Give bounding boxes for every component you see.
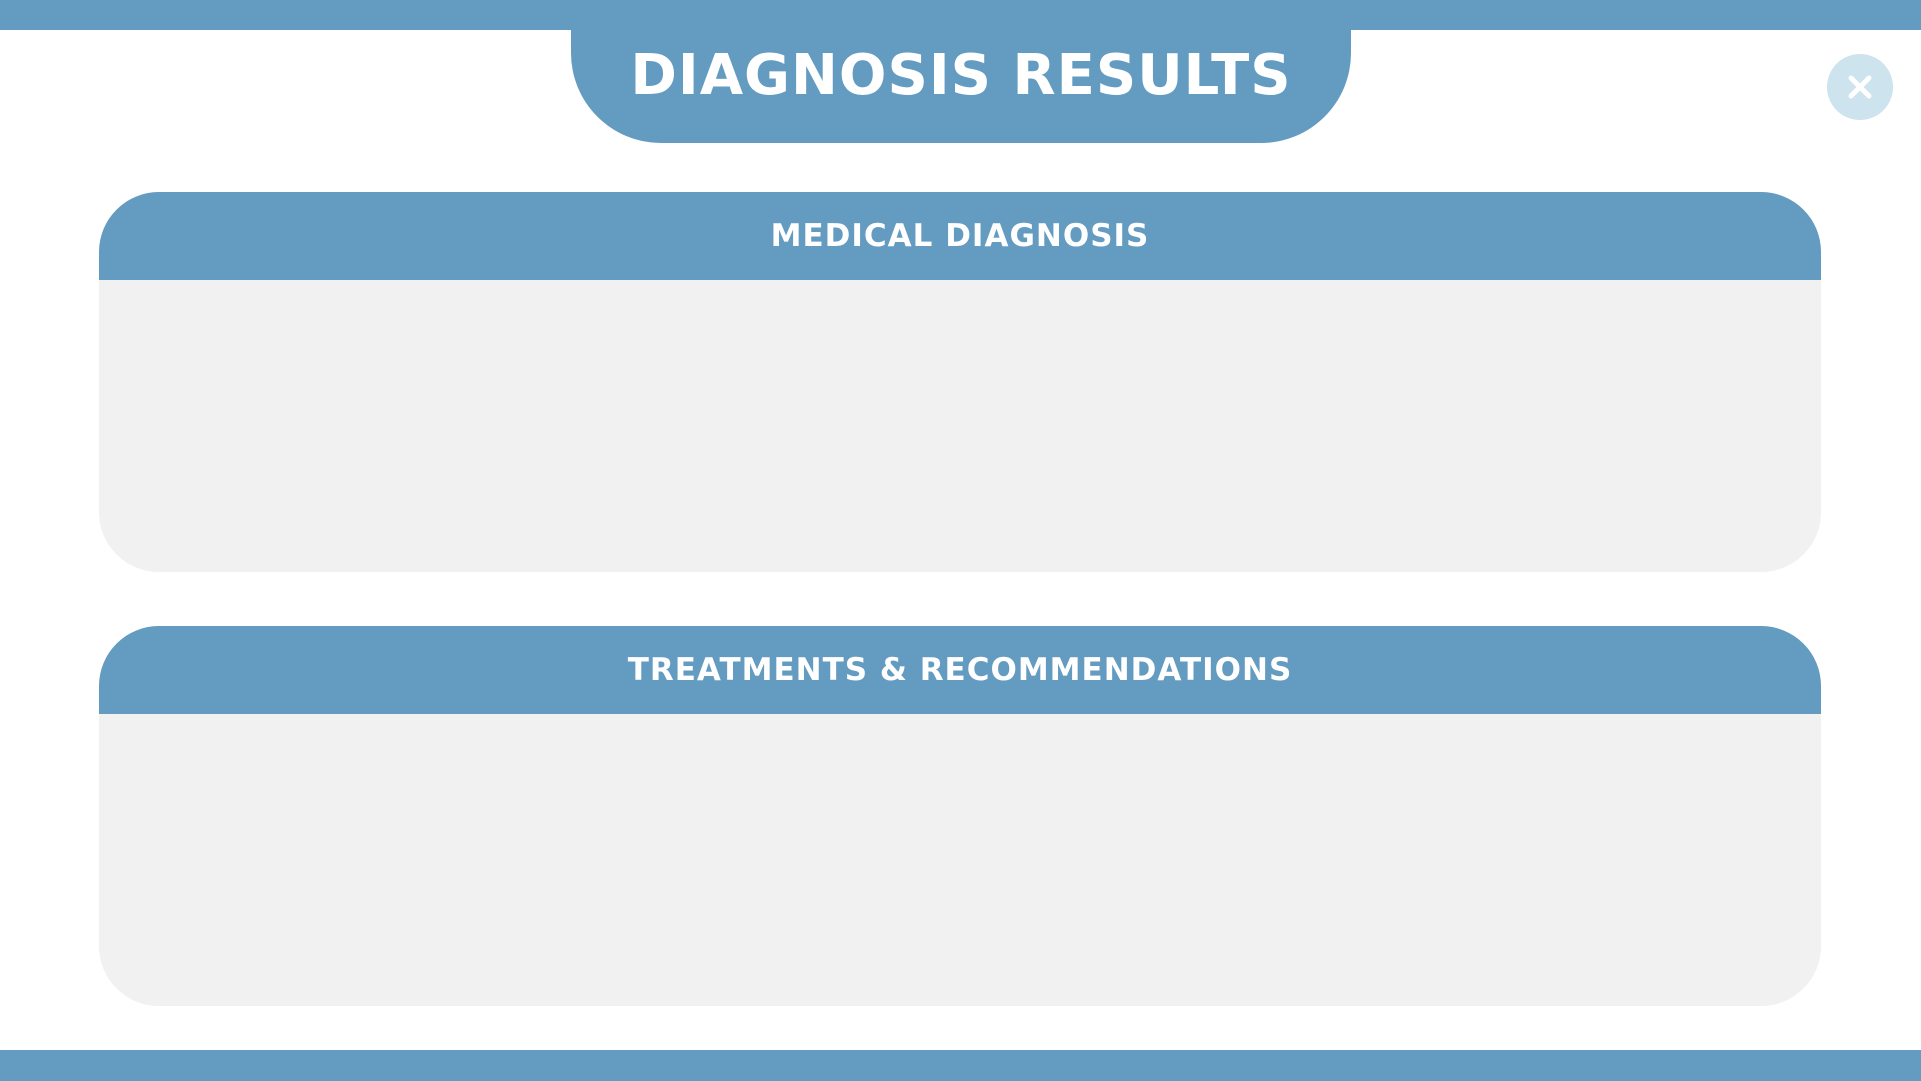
close-icon: [1847, 74, 1873, 100]
diagnosis-results-screen: DIAGNOSIS RESULTS MEDICAL DIAGNOSIS TREA…: [0, 0, 1921, 1081]
treatments-recommendations-heading: TREATMENTS & RECOMMENDATIONS: [627, 652, 1293, 688]
page-title: DIAGNOSIS RESULTS: [630, 42, 1292, 108]
treatments-recommendations-panel: TREATMENTS & RECOMMENDATIONS: [99, 626, 1821, 1006]
medical-diagnosis-heading: MEDICAL DIAGNOSIS: [770, 218, 1150, 254]
treatments-recommendations-content: [99, 714, 1821, 1006]
treatments-recommendations-header: TREATMENTS & RECOMMENDATIONS: [99, 626, 1821, 714]
bottom-accent-bar: [0, 1050, 1921, 1081]
close-button[interactable]: [1827, 54, 1893, 120]
medical-diagnosis-content: [99, 280, 1821, 572]
title-tab: DIAGNOSIS RESULTS: [571, 0, 1351, 143]
medical-diagnosis-panel: MEDICAL DIAGNOSIS: [99, 192, 1821, 572]
medical-diagnosis-header: MEDICAL DIAGNOSIS: [99, 192, 1821, 280]
